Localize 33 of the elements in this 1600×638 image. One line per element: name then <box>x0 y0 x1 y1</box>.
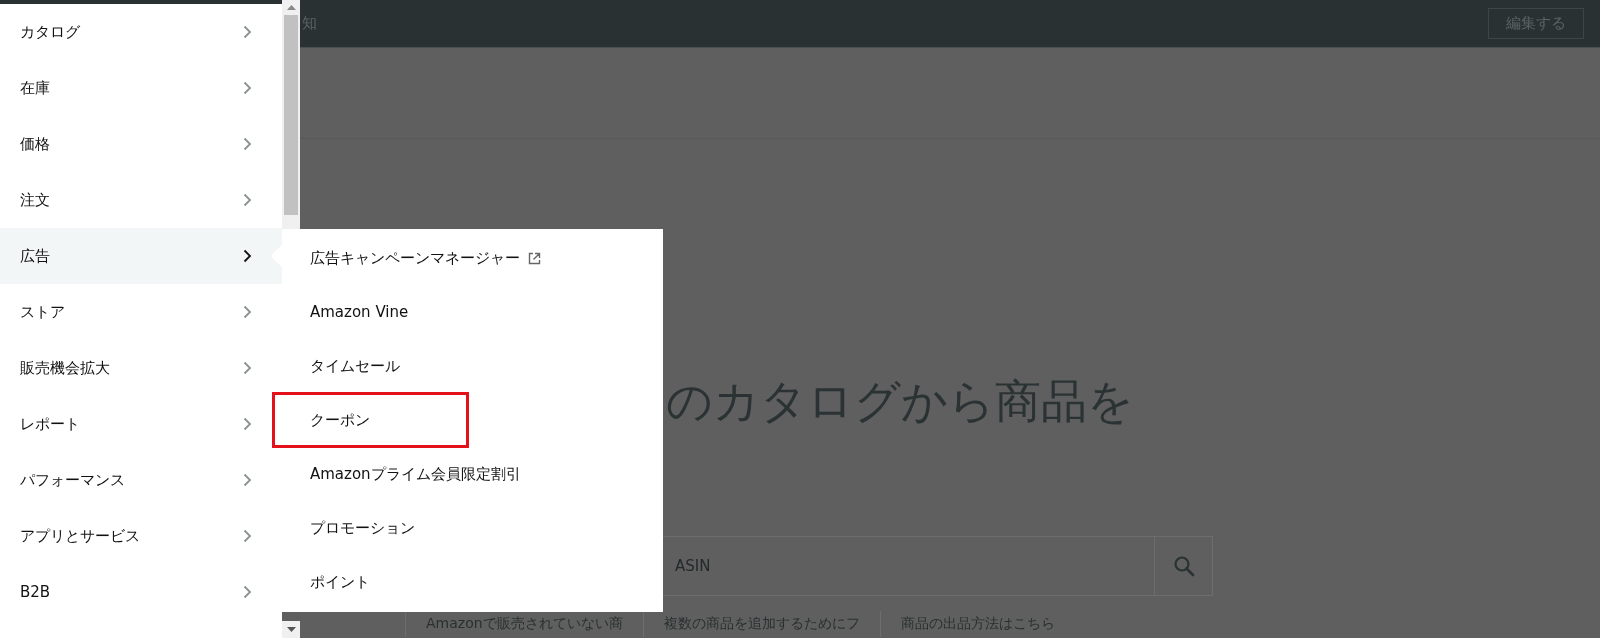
chevron-icon <box>243 25 252 39</box>
sidebar-item[interactable]: 販売機会拡大 <box>0 340 282 396</box>
sidebar-item[interactable]: カタログ <box>0 4 282 60</box>
chevron-icon <box>243 193 252 207</box>
scroll-up-icon[interactable] <box>286 5 296 10</box>
scroll-thumb[interactable] <box>284 15 298 215</box>
chevron-icon <box>243 361 252 375</box>
chevron-icon <box>243 305 252 319</box>
chevron-icon <box>243 473 252 487</box>
submenu-item[interactable]: Amazonプライム会員限定割引 <box>282 447 663 501</box>
chevron-icon <box>243 529 252 543</box>
scroll-down-button[interactable] <box>282 621 300 638</box>
chevron-icon <box>243 417 252 431</box>
sidebar-item[interactable]: 在庫 <box>0 60 282 116</box>
scrollbar[interactable] <box>282 0 300 229</box>
sidebar-item[interactable]: B2B <box>0 564 282 620</box>
submenu-item[interactable]: 広告キャンペーンマネージャー <box>282 231 663 285</box>
sidebar-item[interactable]: パフォーマンス <box>0 452 282 508</box>
submenu-item[interactable]: Amazon Vine <box>282 285 663 339</box>
sidebar-item[interactable]: アプリとサービス <box>0 508 282 564</box>
sidebar-item[interactable]: 広告 <box>0 228 282 284</box>
chevron-icon <box>243 585 252 599</box>
submenu-item[interactable]: クーポン <box>282 393 663 447</box>
sidebar-item[interactable]: レポート <box>0 396 282 452</box>
sidebar-item[interactable]: 価格 <box>0 116 282 172</box>
scroll-down-icon <box>286 627 296 632</box>
sidebar-item[interactable]: 注文 <box>0 172 282 228</box>
chevron-icon <box>243 249 252 263</box>
sidebar-item[interactable]: ストア <box>0 284 282 340</box>
search-icon <box>1172 555 1195 577</box>
chevron-icon <box>243 137 252 151</box>
submenu-item[interactable]: タイムセール <box>282 339 663 393</box>
chevron-icon <box>243 81 252 95</box>
